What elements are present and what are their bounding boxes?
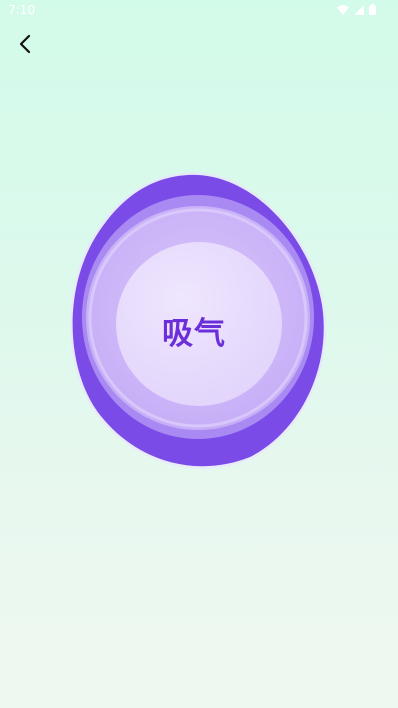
back-button[interactable] <box>10 30 40 62</box>
status-bar: 7:10 <box>0 0 398 22</box>
breath-phase-label: 吸气 <box>162 316 226 352</box>
status-icons <box>337 4 376 15</box>
wifi-icon <box>337 4 349 15</box>
status-time: 7:10 <box>8 3 35 17</box>
chevron-left-icon <box>18 34 32 58</box>
battery-icon <box>369 4 376 15</box>
signal-icon <box>354 4 364 15</box>
